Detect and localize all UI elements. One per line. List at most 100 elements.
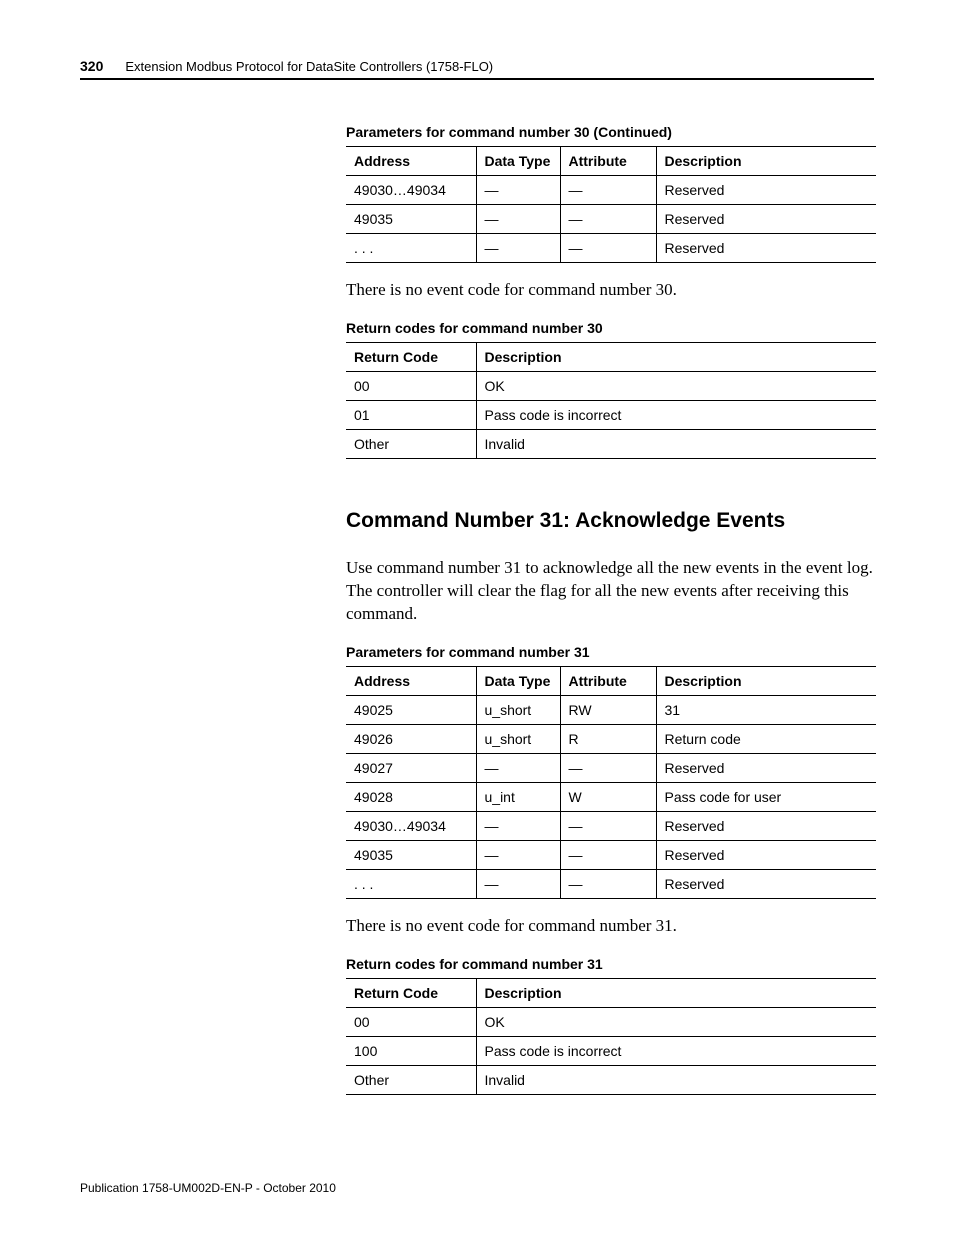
document-page: 320 Extension Modbus Protocol for DataSi… <box>0 0 954 1235</box>
cell-attribute: — <box>560 205 656 234</box>
cell-datatype: u_short <box>476 724 560 753</box>
cell-datatype: — <box>476 753 560 782</box>
cell-address: 49030…49034 <box>346 176 476 205</box>
cell-attribute: — <box>560 753 656 782</box>
page-footer: Publication 1758-UM002D-EN-P - October 2… <box>80 1181 336 1195</box>
cell-return-code: 100 <box>346 1036 476 1065</box>
cell-description: Reserved <box>656 176 876 205</box>
table-row: 49027 — — Reserved <box>346 753 876 782</box>
cell-description: Pass code for user <box>656 782 876 811</box>
cell-description: OK <box>476 371 876 400</box>
cell-attribute: — <box>560 869 656 898</box>
page-number: 320 <box>80 58 103 74</box>
cell-datatype: u_short <box>476 695 560 724</box>
main-content: Parameters for command number 30 (Contin… <box>346 124 876 1095</box>
table-header-row: Address Data Type Attribute Description <box>346 147 876 176</box>
cell-datatype: u_int <box>476 782 560 811</box>
cell-description: Reserved <box>656 840 876 869</box>
cell-attribute: RW <box>560 695 656 724</box>
cell-attribute: — <box>560 234 656 263</box>
cell-description: Pass code is incorrect <box>476 400 876 429</box>
table-row: 01 Pass code is incorrect <box>346 400 876 429</box>
cell-description: Invalid <box>476 429 876 458</box>
table-caption: Return codes for command number 30 <box>346 320 876 336</box>
return-codes-table-31: Return Code Description 00 OK 100 Pass c… <box>346 978 876 1095</box>
cell-description: Return code <box>656 724 876 753</box>
cell-return-code: 01 <box>346 400 476 429</box>
table-row: Other Invalid <box>346 1065 876 1094</box>
column-header: Data Type <box>476 666 560 695</box>
return-codes-table-30: Return Code Description 00 OK 01 Pass co… <box>346 342 876 459</box>
table-row: Other Invalid <box>346 429 876 458</box>
table-row: 49026 u_short R Return code <box>346 724 876 753</box>
page-header: 320 Extension Modbus Protocol for DataSi… <box>80 58 874 80</box>
cell-datatype: — <box>476 205 560 234</box>
cell-description: Invalid <box>476 1065 876 1094</box>
column-header: Address <box>346 666 476 695</box>
page-header-title: Extension Modbus Protocol for DataSite C… <box>125 59 493 74</box>
cell-address: 49035 <box>346 840 476 869</box>
cell-description: OK <box>476 1007 876 1036</box>
cell-address: . . . <box>346 234 476 263</box>
table-header-row: Address Data Type Attribute Description <box>346 666 876 695</box>
cell-datatype: — <box>476 811 560 840</box>
table-row: 100 Pass code is incorrect <box>346 1036 876 1065</box>
cell-address: 49026 <box>346 724 476 753</box>
cell-attribute: R <box>560 724 656 753</box>
cell-return-code: Other <box>346 429 476 458</box>
column-header: Description <box>656 666 876 695</box>
cell-address: 49027 <box>346 753 476 782</box>
table-caption: Return codes for command number 31 <box>346 956 876 972</box>
cell-datatype: — <box>476 840 560 869</box>
table-row: 49025 u_short RW 31 <box>346 695 876 724</box>
cell-description: 31 <box>656 695 876 724</box>
table-row: 49035 — — Reserved <box>346 205 876 234</box>
body-text: There is no event code for command numbe… <box>346 279 876 302</box>
cell-address: . . . <box>346 869 476 898</box>
cell-description: Reserved <box>656 234 876 263</box>
column-header: Attribute <box>560 666 656 695</box>
cell-return-code: Other <box>346 1065 476 1094</box>
table-caption: Parameters for command number 31 <box>346 644 876 660</box>
parameters-table-31: Address Data Type Attribute Description … <box>346 666 876 899</box>
table-row: 00 OK <box>346 1007 876 1036</box>
cell-return-code: 00 <box>346 1007 476 1036</box>
cell-attribute: — <box>560 840 656 869</box>
cell-datatype: — <box>476 234 560 263</box>
cell-attribute: W <box>560 782 656 811</box>
table-row: 49028 u_int W Pass code for user <box>346 782 876 811</box>
cell-address: 49025 <box>346 695 476 724</box>
table-row: . . . — — Reserved <box>346 869 876 898</box>
cell-datatype: — <box>476 869 560 898</box>
body-text: There is no event code for command numbe… <box>346 915 876 938</box>
section-heading: Command Number 31: Acknowledge Events <box>346 509 876 533</box>
table-row: 49035 — — Reserved <box>346 840 876 869</box>
table-row: 49030…49034 — — Reserved <box>346 176 876 205</box>
cell-address: 49028 <box>346 782 476 811</box>
column-header: Description <box>476 978 876 1007</box>
cell-description: Reserved <box>656 753 876 782</box>
cell-attribute: — <box>560 176 656 205</box>
table-row: . . . — — Reserved <box>346 234 876 263</box>
cell-attribute: — <box>560 811 656 840</box>
column-header: Attribute <box>560 147 656 176</box>
cell-description: Reserved <box>656 869 876 898</box>
table-header-row: Return Code Description <box>346 342 876 371</box>
cell-return-code: 00 <box>346 371 476 400</box>
column-header: Description <box>656 147 876 176</box>
table-caption: Parameters for command number 30 (Contin… <box>346 124 876 140</box>
table-header-row: Return Code Description <box>346 978 876 1007</box>
cell-address: 49035 <box>346 205 476 234</box>
table-row: 49030…49034 — — Reserved <box>346 811 876 840</box>
column-header: Address <box>346 147 476 176</box>
cell-datatype: — <box>476 176 560 205</box>
body-text: Use command number 31 to acknowledge all… <box>346 557 876 626</box>
column-header: Description <box>476 342 876 371</box>
table-row: 00 OK <box>346 371 876 400</box>
column-header: Return Code <box>346 342 476 371</box>
cell-description: Pass code is incorrect <box>476 1036 876 1065</box>
cell-description: Reserved <box>656 205 876 234</box>
parameters-table-30: Address Data Type Attribute Description … <box>346 146 876 263</box>
column-header: Data Type <box>476 147 560 176</box>
cell-address: 49030…49034 <box>346 811 476 840</box>
